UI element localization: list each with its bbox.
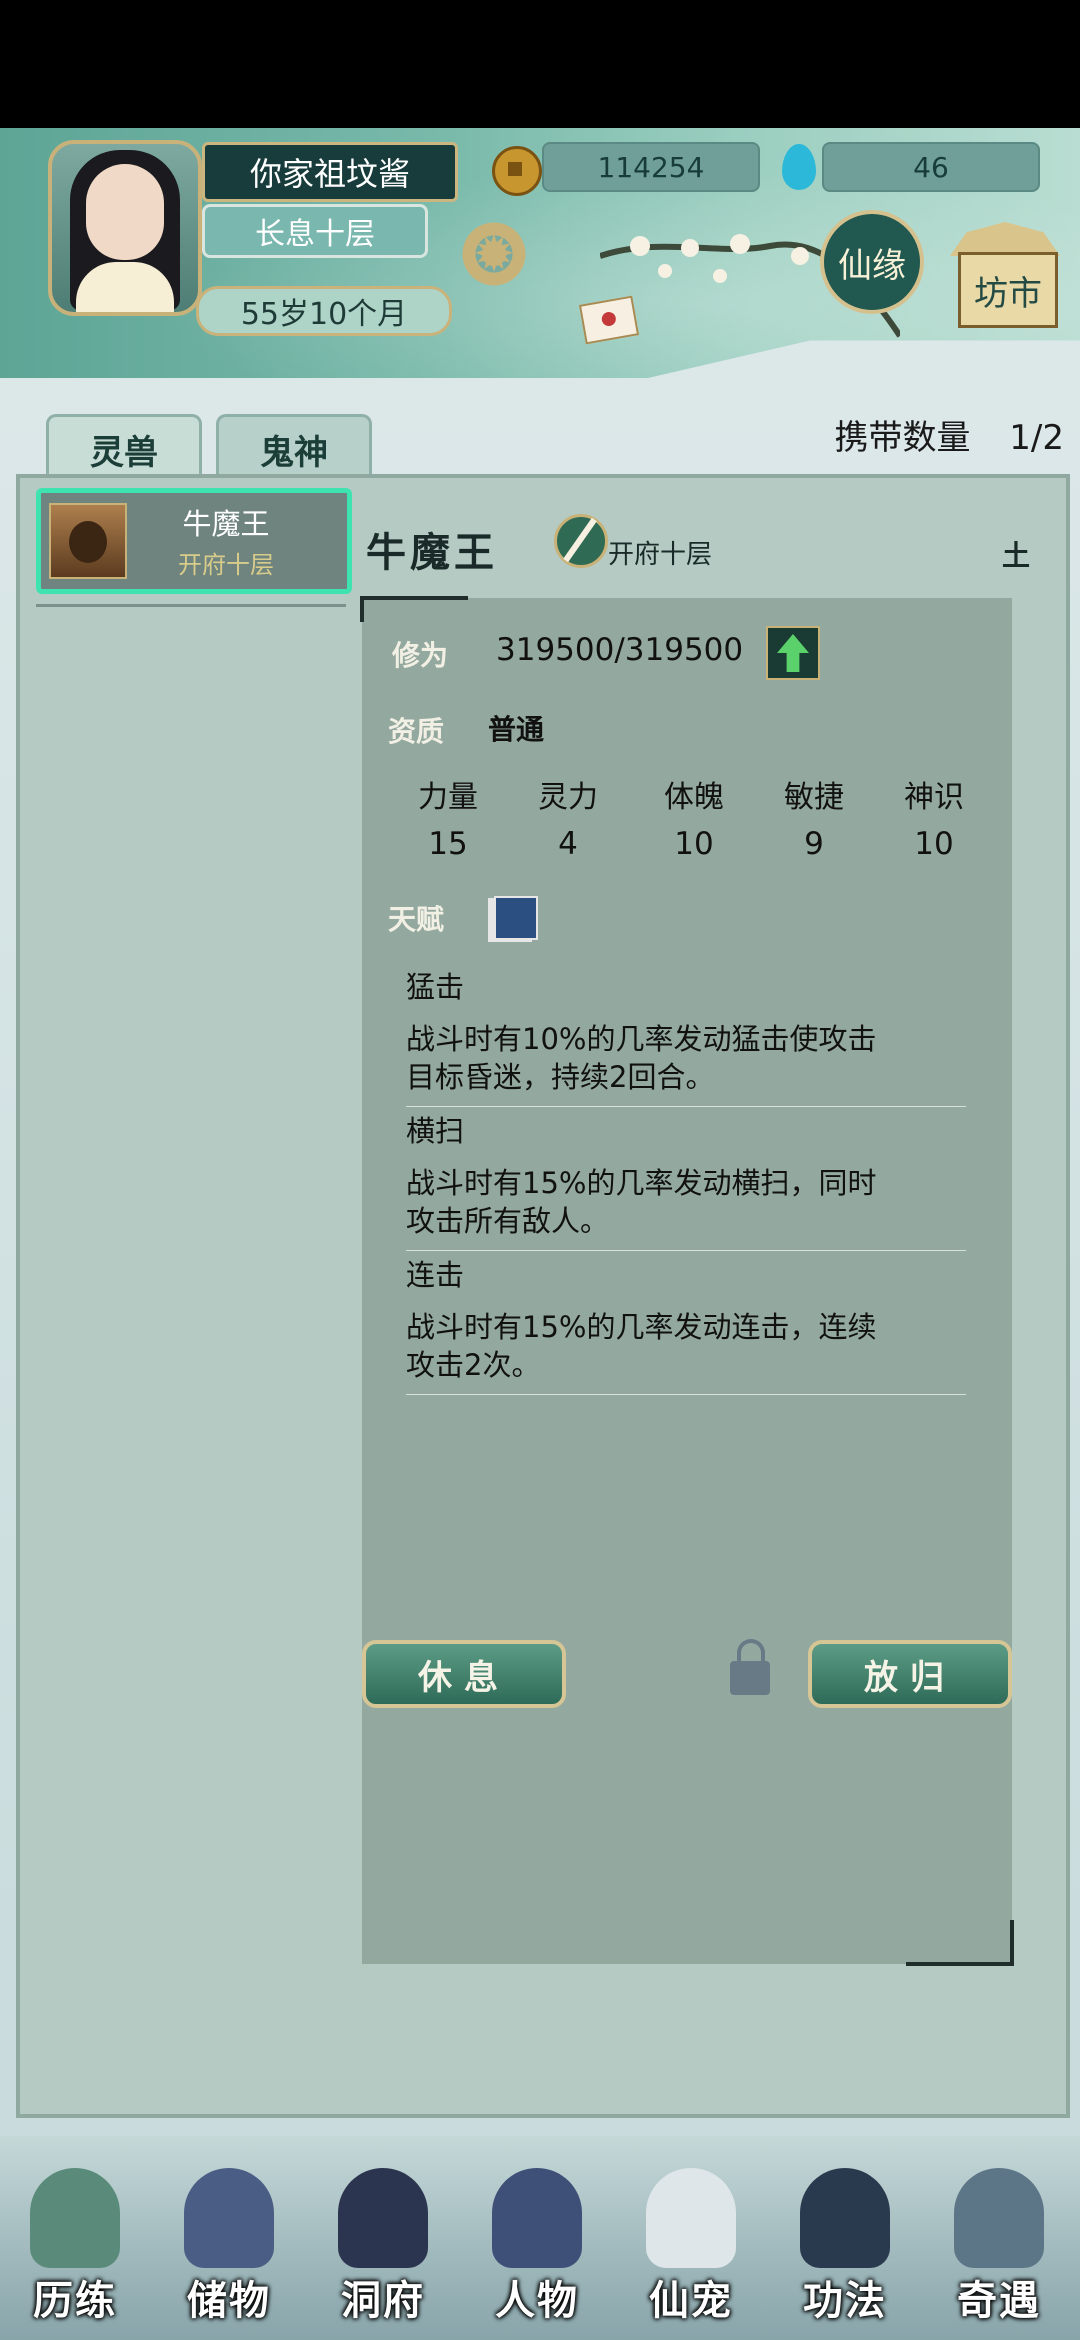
talent-desc: 战斗时有15%的几率发动连击，连续攻击2次。 xyxy=(406,1310,877,1382)
nav-label: 历练 xyxy=(33,2277,117,2324)
pet-name-title: 牛魔王 xyxy=(366,529,498,576)
tab-spirit-beast[interactable]: 灵兽 xyxy=(46,414,202,481)
book-icon[interactable] xyxy=(494,896,538,940)
ghost-pet-icon xyxy=(646,2168,736,2268)
nav-training[interactable]: 历练 xyxy=(0,2136,150,2340)
crane-icon xyxy=(954,2168,1044,2268)
pagoda-icon xyxy=(338,2168,428,2268)
talent-desc: 战斗时有10%的几率发动猛击使攻击目标昏迷，持续2回合。 xyxy=(406,1022,877,1094)
market-roof xyxy=(950,222,1060,256)
stat-value: 10 xyxy=(914,826,954,862)
nav-pet[interactable]: 仙宠 xyxy=(616,2136,766,2340)
app-screen: 你家祖坟酱 长息十层 55岁10个月 ✹ 114254 46 仙缘 坊市 灵兽 … xyxy=(0,128,1080,2340)
talent-name: 猛击 xyxy=(406,970,465,1004)
stat-value: 9 xyxy=(804,826,824,862)
nav-label: 洞府 xyxy=(341,2277,425,2324)
stat-value: 4 xyxy=(558,826,578,862)
nav-label: 功法 xyxy=(803,2277,887,2324)
stat-label: 神识 xyxy=(904,780,964,815)
spirit-drop-icon xyxy=(782,144,816,190)
player-age: 55岁10个月 xyxy=(196,286,452,336)
nav-adventure[interactable]: 奇遇 xyxy=(924,2136,1074,2340)
player-realm: 长息十层 xyxy=(202,204,428,258)
talent-name: 横扫 xyxy=(406,1114,465,1148)
bag-icon xyxy=(184,2168,274,2268)
mountain-icon xyxy=(30,2168,120,2268)
rest-button[interactable]: 休息 xyxy=(362,1640,566,1708)
bull-demon-portrait xyxy=(49,503,127,579)
gear-icon[interactable]: ✹ xyxy=(456,216,532,292)
aptitude-value: 普通 xyxy=(488,713,545,746)
upgrade-arrow-icon[interactable] xyxy=(766,626,820,680)
scroll-book-icon xyxy=(800,2168,890,2268)
list-divider xyxy=(36,604,346,607)
person-icon xyxy=(492,2168,582,2268)
nav-label: 储物 xyxy=(187,2277,271,2324)
rename-brush-icon[interactable] xyxy=(554,514,608,568)
pet-list-name: 牛魔王 xyxy=(182,507,270,541)
pet-element: 土 xyxy=(1001,539,1030,572)
coin-count: 114254 xyxy=(542,142,760,192)
bottom-nav: 历练 储物 洞府 人物 仙宠 功法 奇遇 xyxy=(0,2136,1080,2340)
spirit-drop-count: 46 xyxy=(822,142,1040,192)
nav-storage[interactable]: 储物 xyxy=(154,2136,304,2340)
pet-realm: 开府十层 xyxy=(608,540,713,570)
talent-item: 横扫 战斗时有15%的几率发动横扫，同时攻击所有敌人。 xyxy=(406,1108,966,1251)
stat-value: 10 xyxy=(674,826,714,862)
carry-value: 1/2 xyxy=(1009,418,1064,458)
nav-character[interactable]: 人物 xyxy=(462,2136,612,2340)
market-button[interactable]: 坊市 xyxy=(950,222,1060,332)
cultivation-value: 319500/319500 xyxy=(496,632,744,668)
market-label: 坊市 xyxy=(958,252,1058,328)
nav-label: 仙宠 xyxy=(649,2277,733,2324)
stat-label: 体魄 xyxy=(664,780,724,815)
pet-list-realm: 开府十层 xyxy=(178,551,274,579)
avatar[interactable] xyxy=(48,140,202,316)
stat-label: 灵力 xyxy=(538,780,598,815)
avatar-face xyxy=(86,164,164,260)
corner-decoration xyxy=(360,596,468,622)
talent-divider xyxy=(406,1394,966,1395)
nav-label: 人物 xyxy=(495,2277,579,2324)
talent-item: 连击 战斗时有15%的几率发动连击，连续攻击2次。 xyxy=(406,1252,966,1395)
nav-cave[interactable]: 洞府 xyxy=(308,2136,458,2340)
corner-decoration xyxy=(906,1920,1014,1966)
avatar-robe xyxy=(76,262,174,312)
stat-value: 15 xyxy=(428,826,468,862)
talent-divider xyxy=(406,1250,966,1251)
pet-list-item[interactable]: 牛魔王 开府十层 xyxy=(36,488,352,594)
talent-name: 连击 xyxy=(406,1258,465,1292)
release-button[interactable]: 放归 xyxy=(808,1640,1012,1708)
talent-item: 猛击 战斗时有10%的几率发动猛击使攻击目标昏迷，持续2回合。 xyxy=(406,964,966,1107)
coin-icon xyxy=(492,146,542,196)
nav-technique[interactable]: 功法 xyxy=(770,2136,920,2340)
nav-label: 奇遇 xyxy=(957,2277,1041,2324)
pet-detail-box: 修为 319500/319500 资质 普通 力量 灵力 体魄 敏捷 神识 15… xyxy=(360,596,1014,1966)
aptitude-label: 资质 xyxy=(388,715,445,748)
carry-count: 携带数量 1/2 xyxy=(834,410,1064,459)
lock-icon[interactable] xyxy=(730,1639,770,1695)
talent-desc: 战斗时有15%的几率发动横扫，同时攻击所有敌人。 xyxy=(406,1166,877,1238)
carry-label: 携带数量 xyxy=(834,418,971,458)
player-name: 你家祖坟酱 xyxy=(202,142,458,202)
stat-label: 敏捷 xyxy=(784,780,844,815)
stat-label: 力量 xyxy=(418,780,478,815)
cultivation-label: 修为 xyxy=(392,639,449,672)
pet-panel: 牛魔王 开府十层 牛魔王 开府十层 土 修为 319500/319500 资质 … xyxy=(16,474,1070,2118)
xianyuan-button[interactable]: 仙缘 xyxy=(820,210,924,314)
talent-divider xyxy=(406,1106,966,1107)
talent-label: 天赋 xyxy=(388,903,445,936)
tab-ghost-god[interactable]: 鬼神 xyxy=(216,414,372,481)
